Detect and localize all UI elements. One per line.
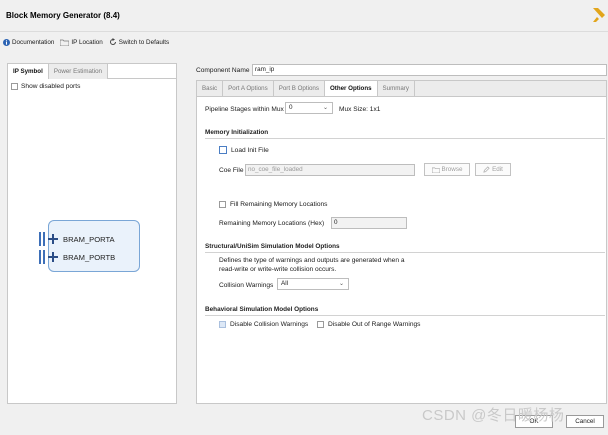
disable-oor-label: Disable Out of Range Warnings [328, 321, 421, 328]
browse-label: Browse [441, 166, 463, 173]
collision-warnings-select[interactable]: All ⌄ [277, 278, 349, 290]
toolbar: Documentation IP Location Switch to Defa… [3, 38, 175, 46]
component-name-label: Component Name [196, 67, 250, 74]
left-tab-bar: IP Symbol Power Estimation [8, 64, 176, 79]
port-label: BRAM_PORTB [63, 252, 116, 262]
disable-collision-checkbox[interactable] [219, 321, 226, 328]
pipeline-stages-select[interactable]: 0 ⌄ [285, 102, 333, 114]
switch-defaults-label: Switch to Defaults [118, 38, 170, 46]
tab-power-estimation[interactable]: Power Estimation [48, 64, 108, 79]
expand-plus-icon[interactable] [48, 234, 58, 244]
sim-description-1: Defines the type of warnings and outputs… [219, 257, 405, 264]
bus-bars-icon [39, 250, 45, 264]
memory-init-heading: Memory Initialization [205, 129, 269, 136]
fill-remaining-checkbox[interactable] [219, 201, 226, 208]
refresh-icon [109, 38, 116, 45]
section-divider [205, 315, 605, 316]
sim-description-2: read-write or write-write collision occu… [219, 266, 337, 273]
chevron-down-icon: ⌄ [338, 281, 344, 287]
disable-oor-checkbox[interactable] [317, 321, 324, 328]
browse-button[interactable]: Browse [424, 163, 470, 176]
coe-file-input[interactable]: no_coe_file_loaded [245, 164, 415, 176]
component-name-input[interactable]: ram_ip [252, 64, 607, 76]
switch-defaults-button[interactable]: Switch to Defaults [109, 38, 169, 46]
section-divider [205, 252, 605, 253]
show-disabled-ports-checkbox[interactable] [11, 83, 18, 90]
tab-port-a-options[interactable]: Port A Options [223, 81, 274, 96]
tab-port-b-options[interactable]: Port B Options [273, 81, 325, 96]
config-panel: Basic Port A Options Port B Options Othe… [196, 80, 607, 404]
tab-other-options[interactable]: Other Options [324, 81, 378, 96]
disable-collision-label: Disable Collision Warnings [230, 321, 309, 328]
ip-symbol-block [48, 220, 140, 272]
ip-symbol-panel: IP Symbol Power Estimation Show disabled… [7, 63, 177, 404]
tab-ip-symbol[interactable]: IP Symbol [8, 64, 49, 79]
load-init-checkbox[interactable] [219, 146, 227, 154]
fill-remaining-row: Fill Remaining Memory Locations [219, 201, 327, 208]
collision-warnings-label: Collision Warnings [219, 282, 274, 289]
config-tab-bar: Basic Port A Options Port B Options Othe… [197, 81, 606, 97]
tab-summary[interactable]: Summary [377, 81, 416, 96]
coe-file-label: Coe File [219, 167, 244, 174]
vivado-logo-icon [593, 8, 605, 22]
cancel-button[interactable]: Cancel [566, 415, 604, 428]
edit-icon [483, 166, 490, 173]
port-bram-portb[interactable]: BRAM_PORTB [39, 250, 115, 264]
chevron-down-icon: ⌄ [322, 105, 328, 111]
ip-location-label: IP Location [71, 38, 103, 46]
pipeline-value: 0 [289, 104, 293, 111]
mux-size-text: Mux Size: 1x1 [339, 106, 381, 113]
header-divider [0, 31, 608, 32]
info-icon [3, 38, 10, 46]
behavioral-heading: Behavioral Simulation Model Options [205, 306, 319, 313]
fill-remaining-label: Fill Remaining Memory Locations [230, 201, 328, 208]
show-disabled-ports-label: Show disabled ports [21, 83, 81, 90]
remaining-locations-label: Remaining Memory Locations (Hex) [219, 220, 325, 227]
disable-collision-row: Disable Collision Warnings [219, 321, 308, 328]
ip-location-button[interactable]: IP Location [60, 38, 103, 46]
disable-oor-row: Disable Out of Range Warnings [317, 321, 420, 328]
show-disabled-ports-row: Show disabled ports [11, 83, 80, 90]
remaining-locations-input[interactable]: 0 [331, 217, 407, 229]
collision-warnings-value: All [281, 280, 288, 287]
edit-label: Edit [492, 166, 503, 173]
expand-plus-icon[interactable] [48, 252, 58, 262]
watermark: CSDN @冬日暖杨杨 [422, 407, 565, 424]
documentation-button[interactable]: Documentation [3, 38, 55, 46]
sim-model-heading: Structural/UniSim Simulation Model Optio… [205, 243, 340, 250]
port-bram-porta[interactable]: BRAM_PORTA [39, 232, 115, 246]
edit-button[interactable]: Edit [475, 163, 511, 176]
window-title: Block Memory Generator (8.4) [6, 11, 120, 20]
folder-icon [60, 39, 70, 46]
load-init-label: Load Init File [231, 146, 269, 154]
folder-icon [431, 167, 440, 173]
load-init-row: Load Init File [219, 146, 269, 154]
tab-basic[interactable]: Basic [197, 81, 224, 96]
port-label: BRAM_PORTA [63, 234, 115, 244]
bus-bars-icon [39, 232, 45, 246]
pipeline-label: Pipeline Stages within Mux [205, 106, 284, 113]
documentation-label: Documentation [12, 38, 55, 46]
section-divider [205, 138, 605, 139]
